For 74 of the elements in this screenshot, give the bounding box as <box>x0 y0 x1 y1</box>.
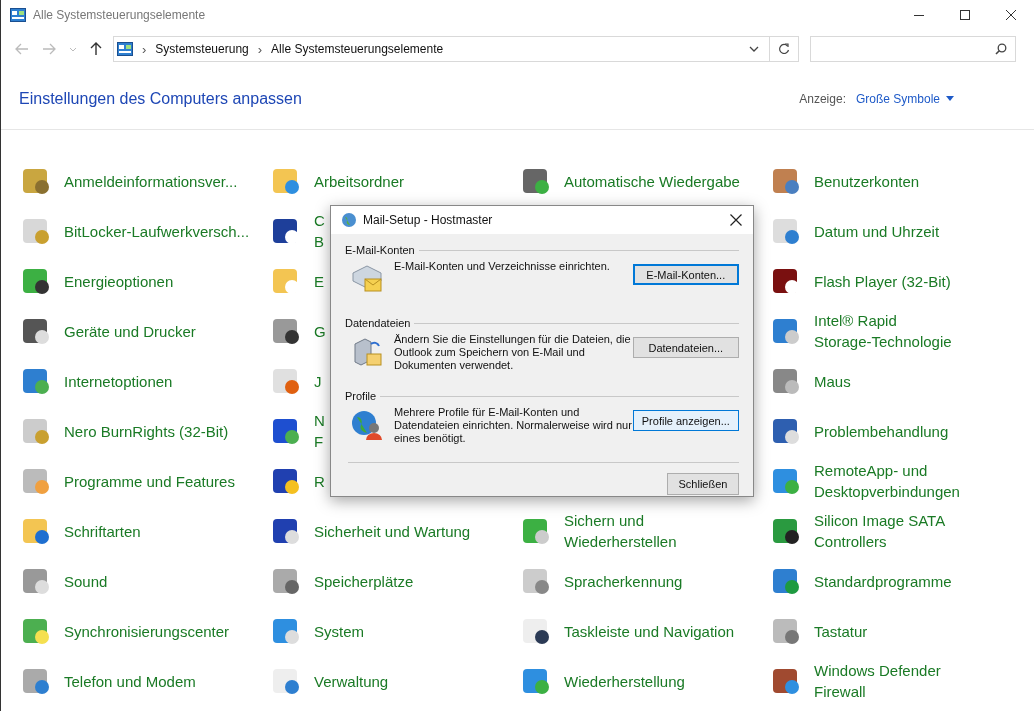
view-label: Anzeige: <box>799 91 846 106</box>
minimize-icon[interactable] <box>914 14 924 16</box>
control-panel-link[interactable]: System <box>314 620 364 642</box>
section-heading: Datendateien <box>345 317 411 329</box>
control-panel-link[interactable]: Sichern und Wiederherstellen <box>564 510 677 552</box>
data-file-icon <box>351 336 383 368</box>
control-panel-link[interactable]: Tastatur <box>814 620 868 642</box>
control-panel-link[interactable]: Maus <box>814 370 851 392</box>
control-panel-link[interactable]: Nero BurnRights (32-Bit) <box>64 420 229 442</box>
envelope-drive-icon <box>351 263 383 293</box>
control-panel-link[interactable]: Taskleiste und Navigation <box>564 620 735 642</box>
dialog-title: Mail-Setup - Hostmaster <box>363 213 493 227</box>
control-panel-link[interactable]: Spracherkennung <box>564 570 683 592</box>
section-heading: E-Mail-Konten <box>345 244 415 256</box>
refresh-icon <box>778 43 790 55</box>
control-panel-link[interactable]: Energieoptionen <box>64 270 174 292</box>
dialog-button[interactable]: E-Mail-Konten... <box>632 264 739 285</box>
section-heading: Profile <box>345 390 377 402</box>
control-panel-link[interactable]: Automatische Wiedergabe <box>564 170 740 192</box>
control-panel-link[interactable]: Speicherplätze <box>314 570 414 592</box>
control-panel-link[interactable]: Arbeitsordner <box>314 170 405 192</box>
control-panel-link[interactable]: Datum und Uhrzeit <box>814 220 940 242</box>
control-panel-link[interactable]: BitLocker-Laufwerkversch... <box>64 220 250 242</box>
caret-icon <box>946 96 954 101</box>
control-panel-icon <box>10 8 26 22</box>
control-panel-link[interactable]: J <box>314 370 322 392</box>
control-panel-link[interactable]: Internetoptionen <box>64 370 173 392</box>
dialog-button[interactable]: Profile anzeigen... <box>632 410 739 431</box>
control-panel-link[interactable]: N F <box>314 410 325 452</box>
control-panel-link[interactable]: Wiederherstellung <box>564 670 685 692</box>
control-panel-link[interactable]: Synchronisierungscenter <box>64 620 230 642</box>
control-panel-link[interactable]: Intel® Rapid Storage-Technologie <box>814 310 952 352</box>
control-panel-link[interactable]: RemoteApp- und Desktopverbindungen <box>814 460 960 502</box>
up-arrow-icon[interactable] <box>90 42 102 56</box>
window-title: Alle Systemsteuerungselemente <box>33 8 206 22</box>
address-field[interactable]: › Systemsteuerung › Alle Systemsteuerungselemente <box>113 36 770 62</box>
control-panel-link[interactable]: E <box>314 270 324 292</box>
search-field[interactable] <box>810 36 1016 62</box>
close-icon[interactable] <box>730 214 742 226</box>
globe-user-icon <box>351 409 383 441</box>
close-icon[interactable] <box>1006 10 1016 20</box>
control-panel-link[interactable]: R <box>314 470 325 492</box>
page-heading: Einstellungen des Computers anpassen <box>19 89 302 108</box>
chevron-down-icon[interactable] <box>749 46 759 52</box>
control-panel-link[interactable]: Problembehandlung <box>814 420 949 442</box>
control-panel-link[interactable]: Telefon und Modem <box>64 670 196 692</box>
control-panel-link[interactable]: Standardprogramme <box>814 570 952 592</box>
control-panel-link[interactable]: Schriftarten <box>64 520 141 542</box>
control-panel-link[interactable]: Sicherheit und Wartung <box>314 520 471 542</box>
breadcrumb-separator: › <box>142 41 147 57</box>
control-panel-link[interactable]: Flash Player (32-Bit) <box>814 270 951 292</box>
refresh-button[interactable] <box>769 36 799 62</box>
view-dropdown[interactable]: Große Symbole <box>855 91 954 106</box>
control-panel-icon <box>117 42 133 56</box>
section-description: Mehrere Profile für E-Mail-Konten und Datendateien einrichten. Normalerweise wird nur eines benötigt. <box>394 406 633 445</box>
control-panel-link[interactable]: Geräte und Drucker <box>64 320 196 342</box>
breadcrumb[interactable]: Systemsteuerung <box>155 42 249 56</box>
control-panel-link[interactable]: Programme und Features <box>64 470 235 492</box>
control-panel-link[interactable]: Benutzerkonten <box>814 170 920 192</box>
dialog-button[interactable]: Datendateien... <box>632 337 739 358</box>
breadcrumb[interactable]: Alle Systemsteuerungselemente <box>271 42 444 56</box>
breadcrumb-separator: › <box>257 41 263 57</box>
control-panel-link[interactable]: Sound <box>64 570 108 592</box>
control-panel-link[interactable]: Windows Defender Firewall <box>814 660 941 702</box>
close-button[interactable]: Schließen <box>667 473 739 495</box>
control-panel-link[interactable]: C B <box>314 210 325 252</box>
control-panel-link[interactable]: Anmeldeinformationsver... <box>64 170 238 192</box>
control-panel-link[interactable]: Verwaltung <box>314 670 389 692</box>
maximize-icon[interactable] <box>960 10 970 20</box>
section-description: Ändern Sie die Einstellungen für die Dateien, die Outlook zum Speichern von E-Mail und Dokumenten verwendet. <box>394 333 632 372</box>
search-icon <box>995 43 1007 55</box>
control-panel-link[interactable]: G <box>314 320 326 342</box>
control-panel-link[interactable]: Silicon Image SATA Controllers <box>814 510 946 552</box>
section-description: E-Mail-Konten und Verzeichnisse einrichten. <box>394 260 611 273</box>
